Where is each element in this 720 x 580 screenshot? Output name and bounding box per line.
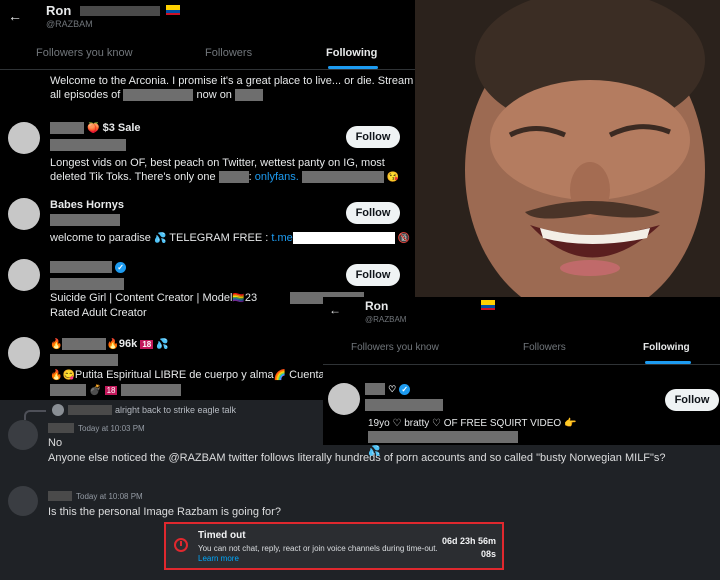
timeout-title: Timed out — [198, 530, 246, 541]
message-header: Today at 10:08 PM — [48, 490, 143, 502]
avatar[interactable] — [8, 259, 40, 291]
reply-avatar — [52, 404, 64, 416]
learn-more-link[interactable]: Learn more — [198, 554, 239, 563]
account-bio: 19yo ♡ bratty ♡ OF FREE SQUIRT VIDEO 👉 💦 — [368, 418, 577, 457]
divider — [323, 364, 720, 365]
verified-icon: ✓ — [115, 261, 127, 273]
redacted-handle — [50, 278, 124, 290]
tab-following[interactable]: Following — [643, 342, 690, 353]
account-bio: welcome to paradise 💦 TELEGRAM FREE : t.… — [50, 232, 411, 245]
follow-button[interactable]: Follow — [346, 202, 400, 224]
avatar[interactable] — [8, 122, 40, 154]
tab-followers[interactable]: Followers — [205, 47, 252, 59]
account-bio: Welcome to the Arconia. I promise it's a… — [50, 75, 414, 102]
account-name: Babes Hornys — [50, 199, 124, 211]
account-name: ♡ ✓ — [365, 383, 411, 396]
profile-handle: @RAZBAM — [365, 315, 407, 324]
reply-preview-text[interactable]: alright back to strike eagle talk — [115, 405, 236, 415]
message-text: No — [48, 437, 63, 449]
account-name: 🔥 🔥96k 18 💦 — [50, 338, 169, 351]
follow-button[interactable]: Follow — [346, 264, 400, 286]
clock-hand — [180, 541, 182, 546]
avatar[interactable] — [8, 337, 40, 369]
user-avatar[interactable] — [8, 486, 38, 516]
avatar[interactable] — [328, 383, 360, 415]
ecuador-flag-icon — [166, 5, 180, 15]
avatar[interactable] — [8, 198, 40, 230]
account-bio: Longest vids on OF, best peach on Twitte… — [50, 157, 400, 184]
redacted-handle — [50, 139, 126, 151]
tab-followers-you-know[interactable]: Followers you know — [351, 342, 439, 353]
timeout-body: You can not chat, reply, react or join v… — [198, 544, 438, 563]
redacted-handle — [365, 399, 443, 411]
tab-followers-you-know[interactable]: Followers you know — [36, 47, 133, 59]
redacted-handle — [50, 354, 118, 366]
user-avatar[interactable] — [8, 420, 38, 450]
tab-following[interactable]: Following — [326, 47, 377, 59]
message-text: Is this the personal Image Razbam is goi… — [48, 506, 281, 518]
account-bio: 🔥😋Putita Espiritual LIBRE de cuerpo y al… — [50, 369, 334, 397]
droplets-icon: 💦 — [153, 233, 167, 244]
timeout-countdown: 06d 23h 56m 08s — [441, 536, 496, 559]
tab-followers[interactable]: Followers — [523, 342, 566, 353]
photo-illustration — [415, 0, 720, 298]
divider — [0, 69, 415, 70]
reply-connector — [24, 410, 46, 420]
profile-name: Ron — [46, 3, 72, 18]
twitter-following-panel-2: ← Ron @RAZBAM Followers you know Followe… — [323, 297, 720, 457]
profile-handle: @RAZBAM — [46, 19, 93, 29]
redacted-handle — [50, 214, 120, 226]
profile-name: Ron — [365, 299, 389, 313]
follow-button[interactable]: Follow — [665, 389, 719, 411]
peach-icon: 🍑 — [87, 123, 100, 134]
timeout-notice: Timed out You can not chat, reply, react… — [164, 522, 504, 570]
message-header: Today at 10:03 PM — [48, 422, 145, 434]
ecuador-flag-icon — [481, 300, 495, 310]
account-name: 🍑 $3 Sale — [50, 122, 141, 135]
back-arrow-icon[interactable]: ← — [329, 303, 341, 317]
redacted-block — [80, 6, 160, 16]
account-name: ✓ — [50, 261, 127, 274]
redacted-username — [68, 405, 112, 415]
back-arrow-icon[interactable]: ← — [8, 8, 22, 24]
account-bio: Suicide Girl | Content Creator | Model🏳️… — [50, 291, 365, 320]
laughing-man-photo — [415, 0, 720, 298]
verified-icon: ✓ — [399, 383, 411, 395]
follow-button[interactable]: Follow — [346, 126, 400, 148]
